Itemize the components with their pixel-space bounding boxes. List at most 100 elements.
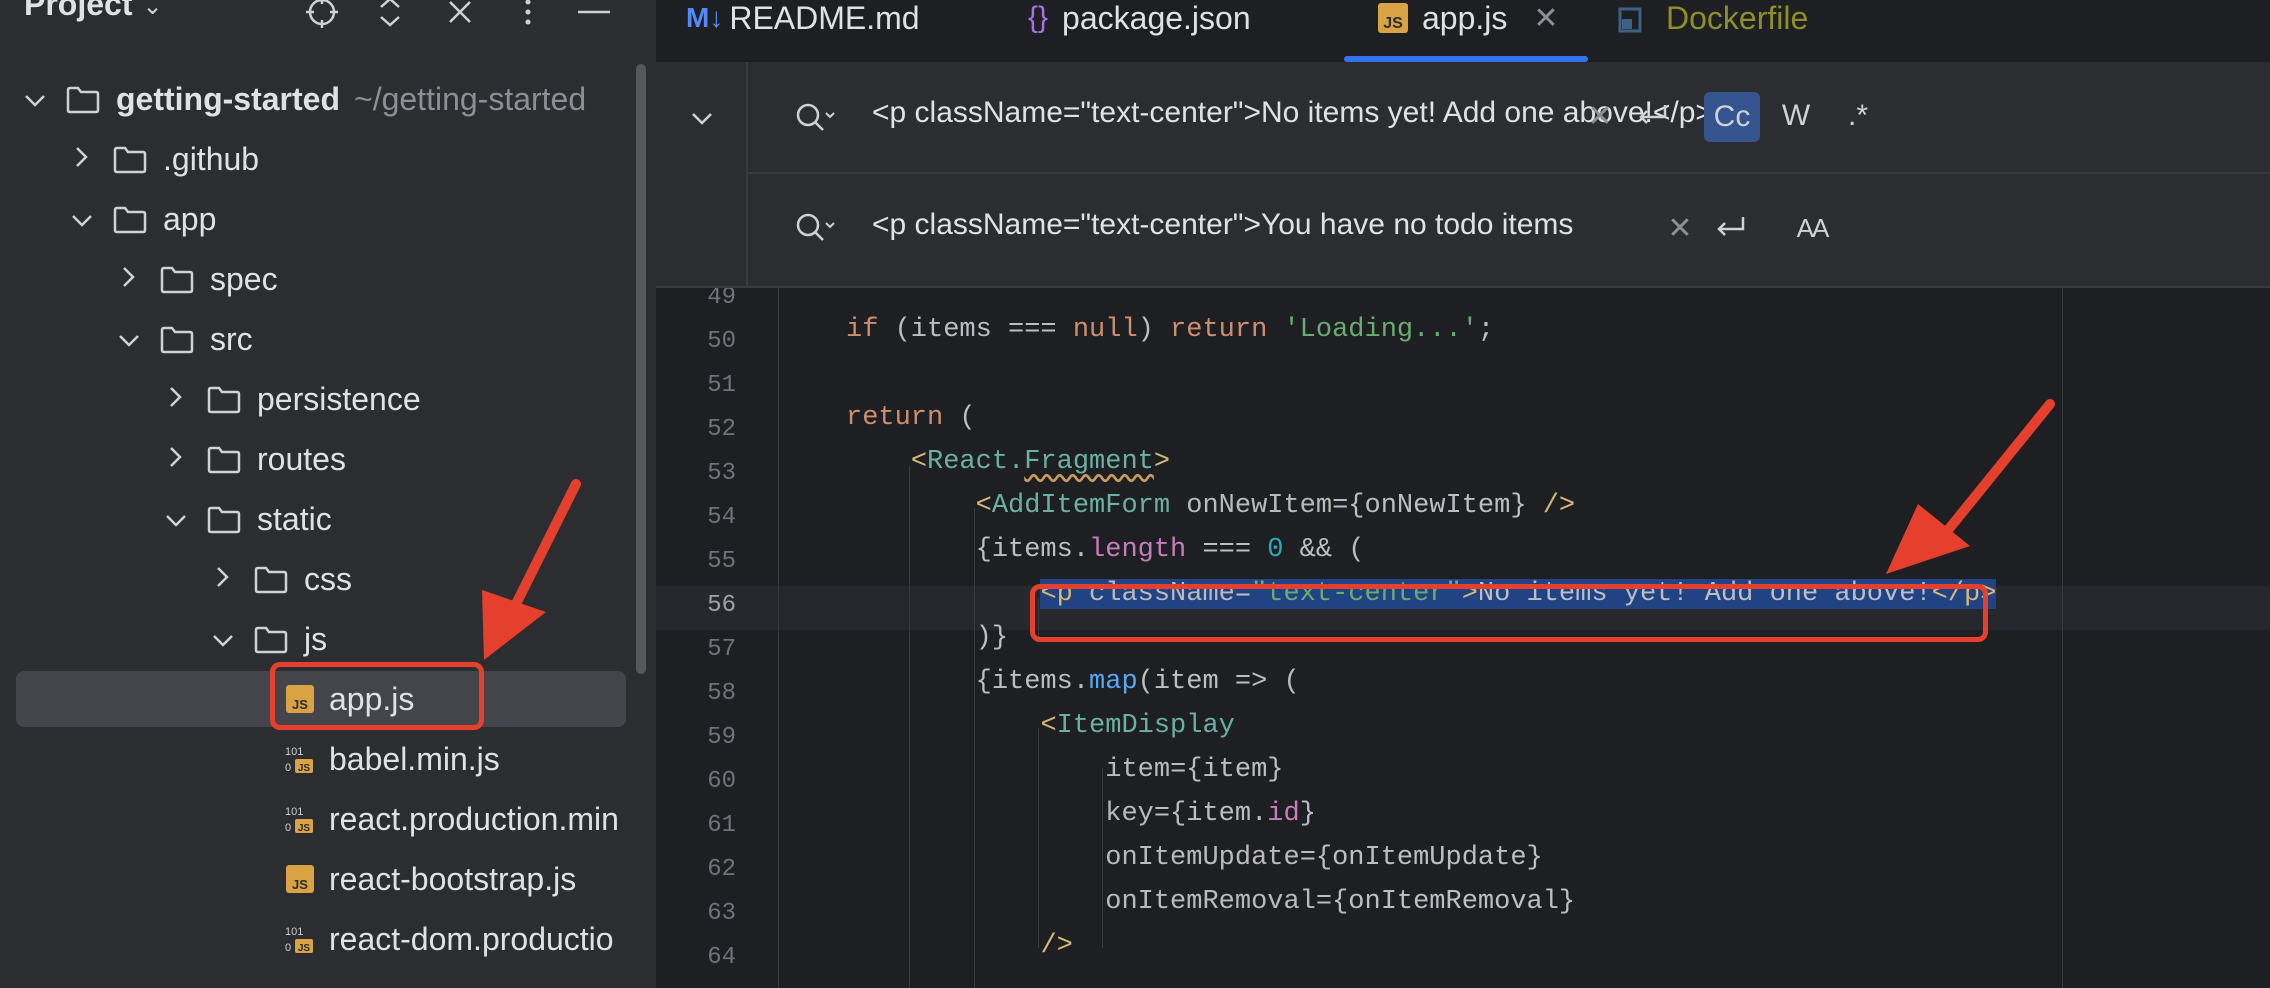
tab-close-icon[interactable]: ✕ [1533, 1, 1558, 36]
line-number: 60 [707, 768, 736, 795]
tree-item-react-dom-productio[interactable]: 101 0 JS react-dom.productio [0, 911, 640, 967]
folder-icon [207, 505, 241, 534]
sidebar-scrollbar[interactable] [636, 64, 646, 674]
minimize-icon[interactable] [576, 0, 612, 30]
chevron-right-icon[interactable] [161, 384, 191, 415]
tree-item-getting-started[interactable]: getting-started ~/getting-started [0, 71, 640, 127]
chevron-down-icon[interactable] [114, 324, 144, 355]
whole-word-toggle[interactable]: W [1774, 96, 1818, 136]
tree-item-label: css [304, 560, 352, 597]
tree-item-src[interactable]: src [0, 311, 640, 367]
svg-text:0: 0 [285, 942, 291, 954]
tab-app-js-label: app.js [1422, 0, 1508, 36]
chevron-down-icon[interactable] [161, 504, 191, 535]
code-line-61: key={item.id} [1105, 799, 1316, 829]
tree-item-static[interactable]: static [0, 491, 640, 547]
code-line-59: <ItemDisplay [1040, 711, 1235, 741]
tab-readme-label: README.md [729, 0, 920, 36]
chevron-right-icon[interactable] [161, 444, 191, 475]
minified-js-file-icon: 101 0 JS [285, 924, 315, 954]
folder-icon [254, 625, 288, 654]
replace-input[interactable]: <p className="text-center">You have no t… [872, 208, 1574, 242]
close-icon[interactable] [442, 0, 478, 30]
new-line-icon[interactable] [1708, 208, 1754, 248]
tree-item-label: routes [257, 440, 346, 477]
js-file-icon: JS [1378, 3, 1408, 33]
tab-dockerfile-label: Dockerfile [1666, 0, 1809, 36]
code-line-50: if (items === null) return 'Loading...'; [846, 315, 1495, 345]
markdown-icon: M↓ [686, 2, 724, 33]
svg-text:101: 101 [285, 806, 303, 818]
chevron-down-icon[interactable] [67, 204, 97, 235]
tab-package-json[interactable]: {} package.json [1028, 0, 1251, 48]
line-number: 49 [707, 288, 736, 311]
chevron-down-icon[interactable] [682, 104, 722, 134]
search-icon[interactable] [790, 208, 840, 248]
project-title[interactable]: Project ⌄ [24, 0, 163, 23]
code-line-53: <React.Fragment> [910, 447, 1171, 477]
line-number: 54 [707, 504, 736, 531]
chevron-down-icon[interactable] [20, 84, 50, 115]
project-title-label: Project [24, 0, 133, 22]
svg-text:101: 101 [285, 746, 303, 758]
svg-text:JS: JS [298, 823, 311, 834]
chevron-right-icon[interactable] [114, 264, 144, 295]
tree-item-css[interactable]: css [0, 551, 640, 607]
folder-icon [160, 325, 194, 354]
tree-item-label: react-dom.productio [329, 920, 614, 957]
locate-icon[interactable] [304, 0, 340, 30]
match-case-toggle[interactable]: Cc [1704, 92, 1760, 142]
tree-item-babel-min-js[interactable]: 101 0 JS babel.min.js [0, 731, 640, 787]
replace-row: <p className="text-center">You have no t… [748, 174, 2270, 284]
json-icon: {} [1028, 1, 1049, 34]
line-number: 57 [707, 636, 736, 663]
tab-app-js[interactable]: JS app.js ✕ [1378, 0, 1559, 48]
line-number: 64 [707, 944, 736, 971]
chevron-down-icon: ⌄ [142, 0, 163, 21]
chevron-right-icon[interactable] [208, 564, 238, 595]
search-icon[interactable] [790, 98, 840, 138]
tree-item-app[interactable]: app [0, 191, 640, 247]
folder-icon [207, 445, 241, 474]
line-number: 53 [707, 460, 736, 487]
tree-item-label: js [304, 620, 328, 657]
line-number: 62 [707, 856, 736, 883]
line-number: 61 [707, 812, 736, 839]
ide-window: Project ⌄ getting-started ~/getting-starte… [0, 0, 2270, 988]
tab-readme[interactable]: M↓ README.md [686, 0, 920, 48]
line-number: 63 [707, 900, 736, 927]
folder-icon [113, 145, 147, 174]
editor-tab-bar: M↓ README.md {} package.json JS app.js ✕… [656, 0, 2270, 64]
search-row: <p className="text-center">No items yet!… [748, 62, 2270, 174]
tree-item-label: src [210, 320, 253, 357]
tree-item-routes[interactable]: routes [0, 431, 640, 487]
clear-replace-icon[interactable]: ✕ [1660, 208, 1700, 248]
annotation-box-file [270, 662, 484, 730]
code-line-57: )} [846, 623, 1009, 653]
new-line-icon[interactable] [1630, 96, 1676, 136]
folder-icon [160, 265, 194, 294]
chevron-right-icon[interactable] [67, 144, 97, 175]
tree-item-label: react-bootstrap.js [329, 860, 577, 897]
expand-collapse-icon[interactable] [372, 0, 408, 30]
tree-item-react-bootstrap-js[interactable]: JS react-bootstrap.js [0, 851, 640, 907]
code-line-64: /> [1040, 931, 1073, 961]
tree-item-github[interactable]: .github [0, 131, 640, 187]
code-line-55: {items.length === 0 && ( [846, 535, 1365, 565]
tree-item-spec[interactable]: spec [0, 251, 640, 307]
folder-icon [66, 85, 100, 114]
preserve-case-toggle[interactable]: AA [1784, 208, 1840, 248]
find-replace-panel: <p className="text-center">No items yet!… [656, 62, 2270, 288]
chevron-down-icon[interactable] [208, 624, 238, 655]
svg-text:0: 0 [285, 822, 291, 834]
tree-item-js[interactable]: js [0, 611, 640, 667]
more-options-icon[interactable] [510, 0, 546, 30]
clear-search-icon[interactable]: ✕ [1580, 96, 1620, 136]
code-line-54: <AddItemForm onNewItem={onNewItem} /> [975, 491, 1576, 521]
regex-toggle[interactable]: .* [1836, 96, 1880, 136]
tree-item-persistence[interactable]: persistence [0, 371, 640, 427]
tab-dockerfile[interactable]: Dockerfile [1618, 0, 1808, 48]
folder-icon [113, 205, 147, 234]
tree-item-react-production-min[interactable]: 101 0 JS react.production.min [0, 791, 640, 847]
line-number: 56 [707, 592, 736, 619]
